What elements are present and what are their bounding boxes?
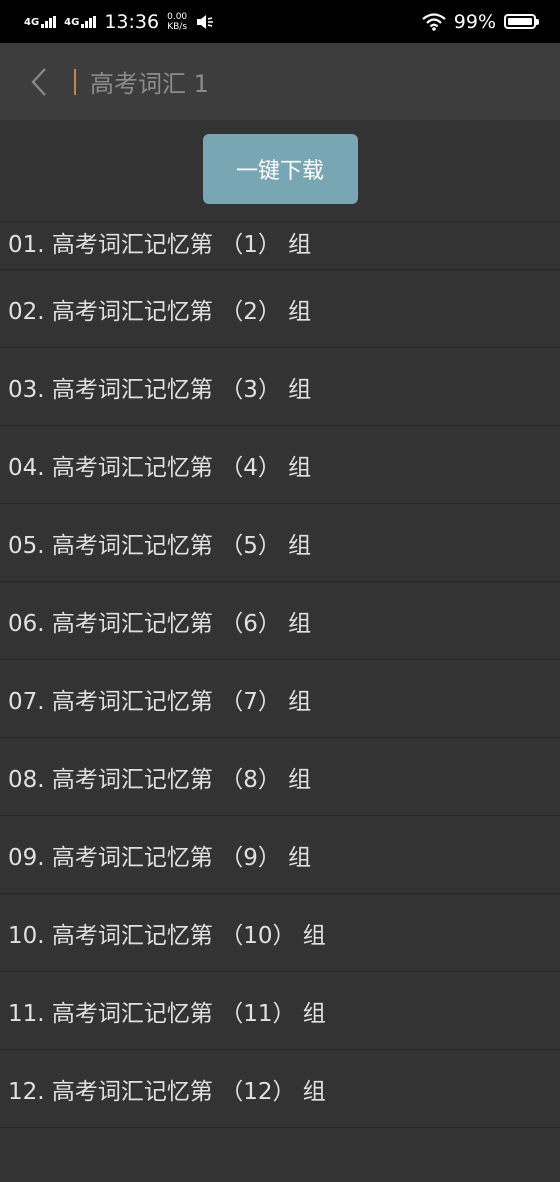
- app-bar: 高考词汇 1: [0, 43, 560, 120]
- back-button[interactable]: [22, 62, 56, 102]
- chevron-left-icon: [31, 67, 46, 96]
- list-item[interactable]: 02. 高考词汇记忆第 （2） 组: [0, 270, 560, 348]
- list-item-label: 07. 高考词汇记忆第 （7） 组: [8, 688, 312, 715]
- list-item[interactable]: 11. 高考词汇记忆第 （11） 组: [0, 972, 560, 1050]
- battery-percent: 99%: [453, 10, 496, 33]
- battery-fill: [508, 18, 532, 25]
- list-item[interactable]: 03. 高考词汇记忆第 （3） 组: [0, 348, 560, 426]
- signal-bars-icon: [41, 15, 57, 28]
- network-label-1: 4G: [24, 16, 40, 28]
- list-item-label: 06. 高考词汇记忆第 （6） 组: [8, 610, 312, 637]
- list-item-label: 05. 高考词汇记忆第 （5） 组: [8, 532, 312, 559]
- mute-icon: [197, 14, 214, 29]
- status-right: 99%: [422, 10, 539, 33]
- list-item-label: 09. 高考词汇记忆第 （9） 组: [8, 844, 312, 871]
- list-item-label: 10. 高考词汇记忆第 （10） 组: [8, 922, 326, 949]
- list-item-label: 01. 高考词汇记忆第 （1） 组: [8, 231, 312, 258]
- status-time: 13:36: [104, 10, 160, 33]
- speed-unit: KB/s: [167, 21, 188, 32]
- network-speed: 0.00 KB/s: [167, 12, 187, 32]
- signal-bars-icon: [81, 15, 97, 28]
- list-item-label: 11. 高考词汇记忆第 （11） 组: [8, 1000, 326, 1027]
- list-item[interactable]: 06. 高考词汇记忆第 （6） 组: [0, 582, 560, 660]
- list-item-label: 12. 高考词汇记忆第 （12） 组: [8, 1078, 326, 1105]
- download-section: 一键下载: [0, 120, 560, 222]
- list-item-label: 03. 高考词汇记忆第 （3） 组: [8, 376, 312, 403]
- title-divider: [74, 68, 76, 95]
- signal-2: 4G: [64, 15, 97, 28]
- list-item[interactable]: 01. 高考词汇记忆第 （1） 组: [0, 214, 560, 270]
- one-click-download-button[interactable]: 一键下载: [202, 134, 358, 204]
- app-screen: 4G 4G 13:36 0.00 KB/s 99% 高考词汇 1 一键下载 01…: [0, 0, 560, 1182]
- list-item[interactable]: 10. 高考词汇记忆第 （10） 组: [0, 894, 560, 972]
- list-item[interactable]: 09. 高考词汇记忆第 （9） 组: [0, 816, 560, 894]
- list-item-label: 08. 高考词汇记忆第 （8） 组: [8, 766, 312, 793]
- list-item[interactable]: 12. 高考词汇记忆第 （12） 组: [0, 1050, 560, 1128]
- status-left: 4G 4G 13:36 0.00 KB/s: [24, 11, 215, 33]
- lesson-list: 01. 高考词汇记忆第 （1） 组 02. 高考词汇记忆第 （2） 组 03. 高考…: [0, 214, 560, 1128]
- page-title: 高考词汇 1: [90, 70, 209, 98]
- status-bar: 4G 4G 13:36 0.00 KB/s 99%: [0, 0, 560, 43]
- speed-value: 0.00: [167, 11, 188, 22]
- list-item-label: 04. 高考词汇记忆第 （4） 组: [8, 454, 312, 481]
- network-label-2: 4G: [64, 16, 80, 28]
- list-item[interactable]: 07. 高考词汇记忆第 （7） 组: [0, 660, 560, 738]
- signal-1: 4G: [24, 15, 57, 28]
- battery-icon: [504, 14, 539, 29]
- list-item-label: 02. 高考词汇记忆第 （2） 组: [8, 298, 312, 325]
- list-item[interactable]: 04. 高考词汇记忆第 （4） 组: [0, 426, 560, 504]
- wifi-icon: [422, 12, 446, 31]
- list-item[interactable]: 05. 高考词汇记忆第 （5） 组: [0, 504, 560, 582]
- list-item[interactable]: 08. 高考词汇记忆第 （8） 组: [0, 738, 560, 816]
